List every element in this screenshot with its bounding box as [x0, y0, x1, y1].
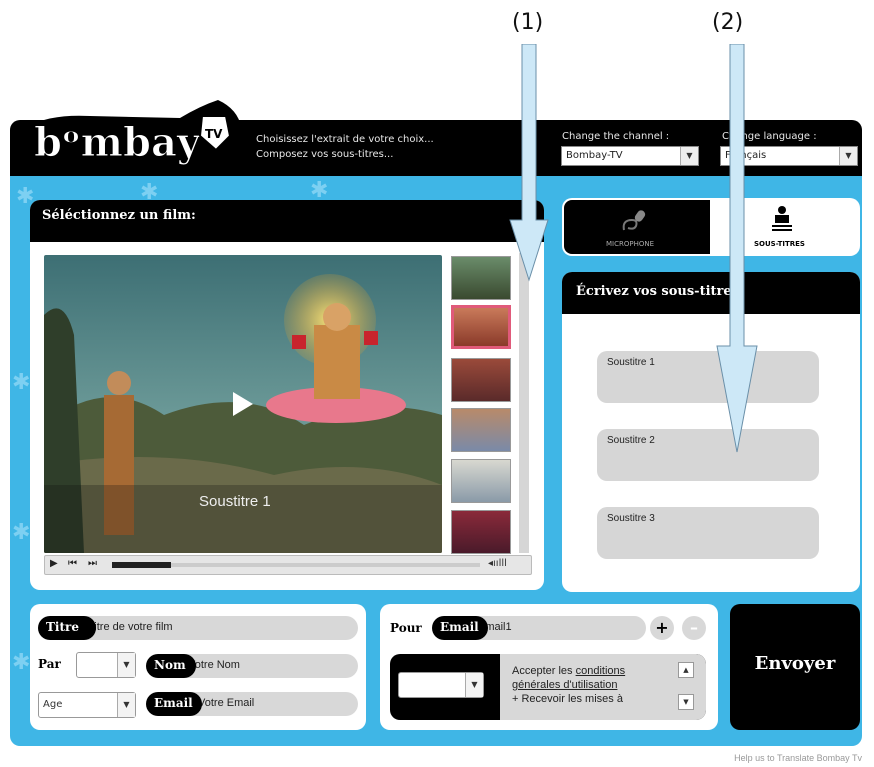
film-thumbnail-selected[interactable] — [451, 305, 511, 349]
film-panel-title: Séléctionnez un film: — [42, 208, 196, 223]
subtitle-field-2[interactable]: Soustitre 2 — [597, 429, 819, 481]
chevron-down-icon: ▼ — [680, 147, 698, 165]
page: bᵒmbay TV Choisissez l'extrait de votre … — [0, 0, 874, 767]
next-icon[interactable]: ⏭ — [88, 558, 97, 569]
subtitle-field-3[interactable]: Soustitre 3 — [597, 507, 819, 559]
chevron-down-icon: ▼ — [117, 653, 135, 677]
chevron-down-icon: ▼ — [465, 673, 483, 697]
email-input[interactable]: Votre Email — [190, 692, 358, 716]
chevron-down-icon: ▼ — [117, 693, 135, 717]
header-instruction-1: Choisissez l'extrait de votre choix... — [256, 134, 434, 145]
recipient-email-input[interactable]: Email1 — [470, 616, 646, 640]
volume-icon[interactable]: ◂ıılll — [488, 558, 507, 569]
annotation-label-2: (2) — [712, 10, 744, 35]
snowflake-decoration: ✱ — [12, 650, 31, 675]
age-select[interactable]: Age ▼ — [38, 692, 136, 718]
film-thumbnail[interactable] — [451, 510, 511, 554]
annotation-arrow-2 — [716, 44, 758, 453]
channel-label: Change the channel : — [562, 131, 670, 142]
terms-select[interactable]: ▼ — [398, 672, 484, 698]
title-input[interactable]: Titre de votre film — [80, 616, 358, 640]
play-icon[interactable] — [233, 392, 253, 416]
name-input[interactable]: Votre Nom — [180, 654, 358, 678]
subtitle-field-1[interactable]: Soustitre 1 — [597, 351, 819, 403]
scroll-down-icon[interactable]: ▼ — [678, 694, 694, 710]
film-thumbnail[interactable] — [451, 408, 511, 452]
film-thumbnail[interactable] — [451, 358, 511, 402]
annotation-arrow-1 — [509, 44, 549, 282]
snowflake-decoration: ✱ — [12, 370, 31, 395]
play-icon[interactable]: ▶ — [50, 558, 58, 569]
terms-text: Accepter les conditions générales d'util… — [512, 664, 672, 706]
bombay-tv-logo: bᵒmbay TV — [30, 100, 243, 170]
add-recipient-button[interactable]: + — [650, 616, 674, 640]
tab-microphone-label: MICROPHONE — [606, 240, 655, 248]
recipient-email-label: Email — [432, 616, 488, 640]
par-label: Par — [38, 657, 61, 671]
pour-label: Pour — [390, 621, 422, 635]
header-instruction-2: Composez vos sous-titres... — [256, 149, 394, 160]
subtitles-icon — [772, 206, 792, 231]
microphone-icon — [622, 210, 646, 231]
translate-link[interactable]: Help us to Translate Bombay Tv — [734, 753, 862, 763]
video-subtitle-overlay: Soustitre 1 — [199, 493, 271, 510]
terms-suffix: + Recevoir les mises à — [512, 693, 623, 705]
previous-icon[interactable]: ⏮ — [68, 558, 77, 569]
send-button[interactable]: Envoyer — [730, 604, 860, 730]
progress-fill — [112, 562, 171, 568]
par-select[interactable]: ▼ — [76, 652, 136, 678]
age-value: Age — [43, 699, 63, 710]
remove-recipient-button[interactable]: – — [682, 616, 706, 640]
chevron-down-icon: ▼ — [839, 147, 857, 165]
terms-prefix: Accepter les — [512, 665, 576, 677]
name-label: Nom — [146, 654, 196, 678]
email-label: Email — [146, 692, 202, 716]
thumbnail-scrollbar[interactable] — [519, 253, 529, 553]
tab-microphone[interactable]: MICROPHONE — [564, 200, 710, 254]
title-label: Titre — [38, 616, 96, 640]
film-thumbnail[interactable] — [451, 459, 511, 503]
channel-select[interactable]: Bombay-TV ▼ — [561, 146, 699, 166]
annotation-label-1: (1) — [512, 10, 544, 35]
svg-text:bᵒmbay: bᵒmbay — [34, 119, 202, 166]
scroll-up-icon[interactable]: ▲ — [678, 662, 694, 678]
svg-text:TV: TV — [205, 127, 223, 141]
snowflake-decoration: ✱ — [12, 520, 31, 545]
channel-value: Bombay-TV — [566, 150, 623, 161]
